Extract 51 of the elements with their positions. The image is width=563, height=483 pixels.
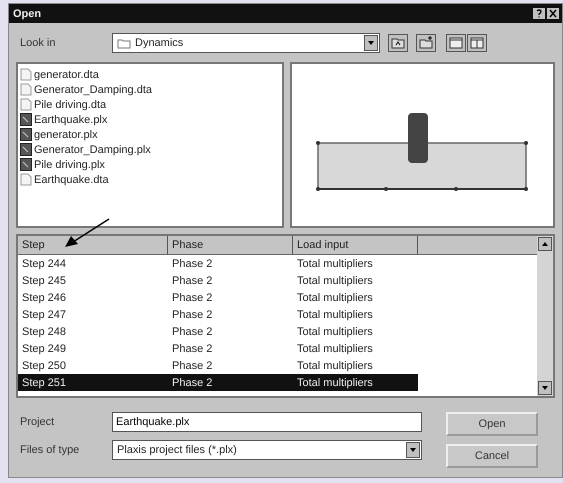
open-button[interactable]: Open <box>446 412 538 436</box>
table-cell-text: Phase 2 <box>171 376 214 388</box>
table-cell-text: Step 248 <box>21 326 68 338</box>
table-cell-text: Total multipliers <box>296 360 374 372</box>
table-cell-text: Total multipliers <box>296 326 374 338</box>
table-row[interactable]: Step 245 Phase 2 Total multipliers <box>18 272 418 289</box>
table-cell-text: Step 249 <box>21 342 68 354</box>
table-cell-text: Phase 2 <box>171 258 214 270</box>
table-row[interactable]: Step 244 Phase 2 Total multipliers <box>18 255 418 272</box>
table-cell-text: Phase 2 <box>171 326 214 338</box>
table-row[interactable]: Step 247 Phase 2 Total multipliers <box>18 306 418 323</box>
file-item[interactable]: Pile driving.dta <box>20 97 280 112</box>
table-row[interactable]: Step 248 Phase 2 Total multipliers <box>18 323 418 340</box>
project-label: Project <box>19 416 56 428</box>
file-type-dropdown[interactable]: Plaxis project files (*.plx) <box>112 440 422 460</box>
table-cell-text: Total multipliers <box>296 376 374 388</box>
file-item[interactable]: Pile driving.plx <box>20 157 280 172</box>
table-row[interactable]: Step 249 Phase 2 Total multipliers <box>18 340 418 357</box>
project-input[interactable]: Earthquake.plx <box>112 412 422 432</box>
file-type-label: Files of type <box>19 444 80 456</box>
table-row[interactable]: Step 246 Phase 2 Total multipliers <box>18 289 418 306</box>
table-cell-text: Step 247 <box>21 308 68 320</box>
file-item[interactable]: Earthquake.dta <box>20 172 280 187</box>
table-cell-text: Phase 2 <box>171 342 214 354</box>
look-in-dropdown[interactable]: Dynamics <box>112 33 380 53</box>
cancel-button[interactable]: Cancel <box>446 444 538 468</box>
table-cell-text: Step 250 <box>21 360 68 372</box>
file-item[interactable]: generator.plx <box>20 127 280 142</box>
table-cell-text: Phase 2 <box>171 308 214 320</box>
table-cell-text: Total multipliers <box>296 258 374 270</box>
table-cell-text: Step 251 <box>21 376 68 388</box>
column-header[interactable]: Load input <box>293 236 418 254</box>
table-row[interactable]: Step 250 Phase 2 Total multipliers <box>18 357 418 374</box>
table-cell-text: Step 245 <box>21 274 68 286</box>
table-cell-text: Step 246 <box>21 292 68 304</box>
table-cell-text: Total multipliers <box>296 292 374 304</box>
window-title: Open <box>13 8 42 20</box>
table-cell-text: Total multipliers <box>296 308 374 320</box>
file-item[interactable]: Earthquake.plx <box>20 112 280 127</box>
file-item[interactable]: Generator_Damping.dta <box>20 82 280 97</box>
table-cell-text: Step 244 <box>21 258 68 270</box>
file-item[interactable]: generator.dta <box>20 67 280 82</box>
column-header[interactable]: Phase <box>168 236 293 254</box>
look-in-label: Look in <box>19 37 56 49</box>
table-cell-text: Total multipliers <box>296 342 374 354</box>
file-item[interactable]: Generator_Damping.plx <box>20 142 280 157</box>
table-cell-text: Phase 2 <box>171 292 214 304</box>
table-cell-text: Phase 2 <box>171 274 214 286</box>
table-cell-text: Phase 2 <box>171 360 214 372</box>
table-cell-text: Total multipliers <box>296 274 374 286</box>
table-row[interactable]: Step 251 Phase 2 Total multipliers <box>18 374 418 391</box>
